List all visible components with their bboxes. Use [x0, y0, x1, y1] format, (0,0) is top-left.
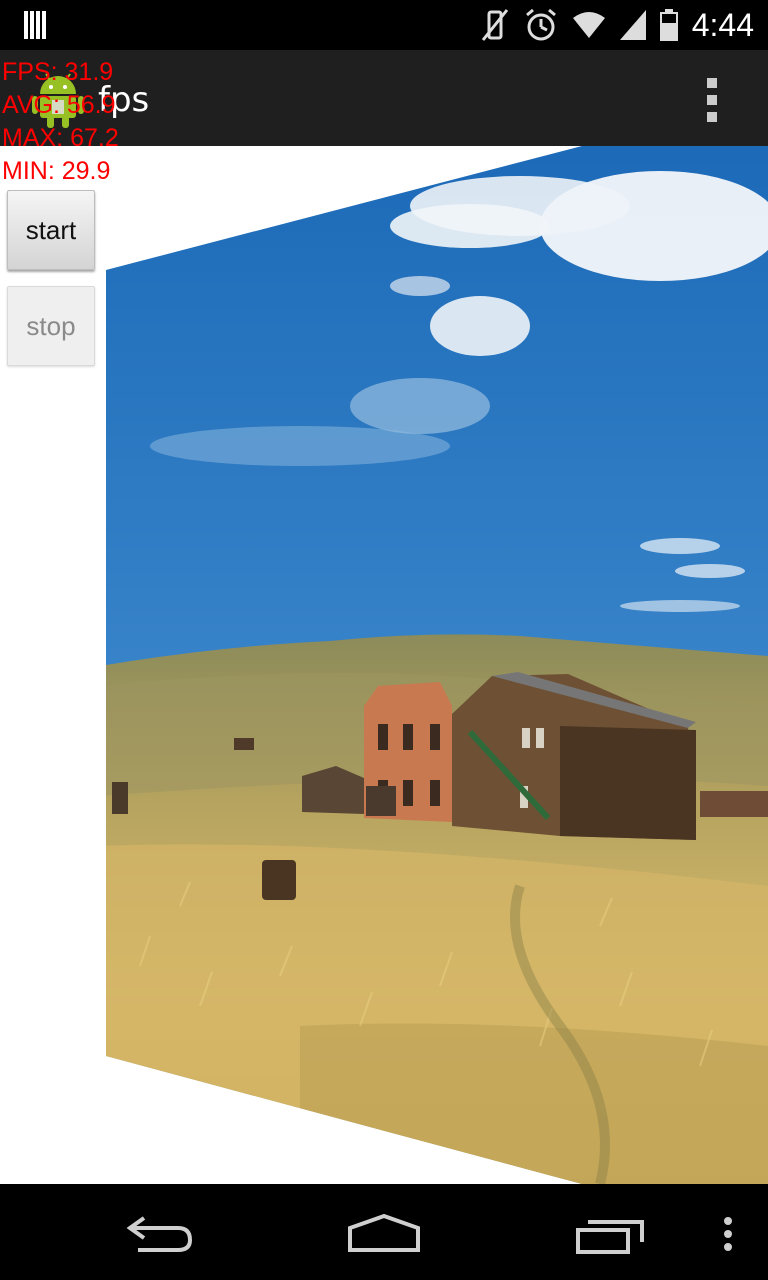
back-icon[interactable] [124, 1214, 194, 1254]
wifi-icon [572, 12, 605, 38]
max-value: MAX: 67.2 [2, 124, 119, 152]
overflow-menu-icon[interactable] [705, 78, 719, 122]
ghost-town-landscape-image [106, 146, 768, 1184]
stop-button[interactable]: stop [7, 286, 95, 366]
vibrate-icon [481, 9, 508, 41]
home-icon[interactable] [346, 1212, 422, 1254]
clock: 4:44 [691, 6, 754, 43]
battery-icon [659, 9, 678, 41]
status-icons: 4:44 [480, 6, 754, 44]
alarm-icon [525, 8, 556, 41]
signal-icon [619, 10, 646, 40]
avg-value: AVG: 56.9 [2, 91, 116, 119]
status-bar: 4:44 [0, 0, 768, 50]
recents-icon[interactable] [574, 1218, 646, 1256]
fps-value: FPS: 31.9 [2, 58, 114, 86]
fps-stats: FPS: 31.9 AVG: 56.9 MAX: 67.2 MIN: 29.9 [2, 56, 119, 188]
start-button[interactable]: start [7, 190, 95, 270]
min-value: MIN: 29.9 [2, 157, 111, 185]
notification-bars-icon [24, 11, 46, 39]
content-area [0, 146, 768, 1184]
navigation-bar [0, 1184, 768, 1280]
menu-icon[interactable] [722, 1216, 734, 1252]
